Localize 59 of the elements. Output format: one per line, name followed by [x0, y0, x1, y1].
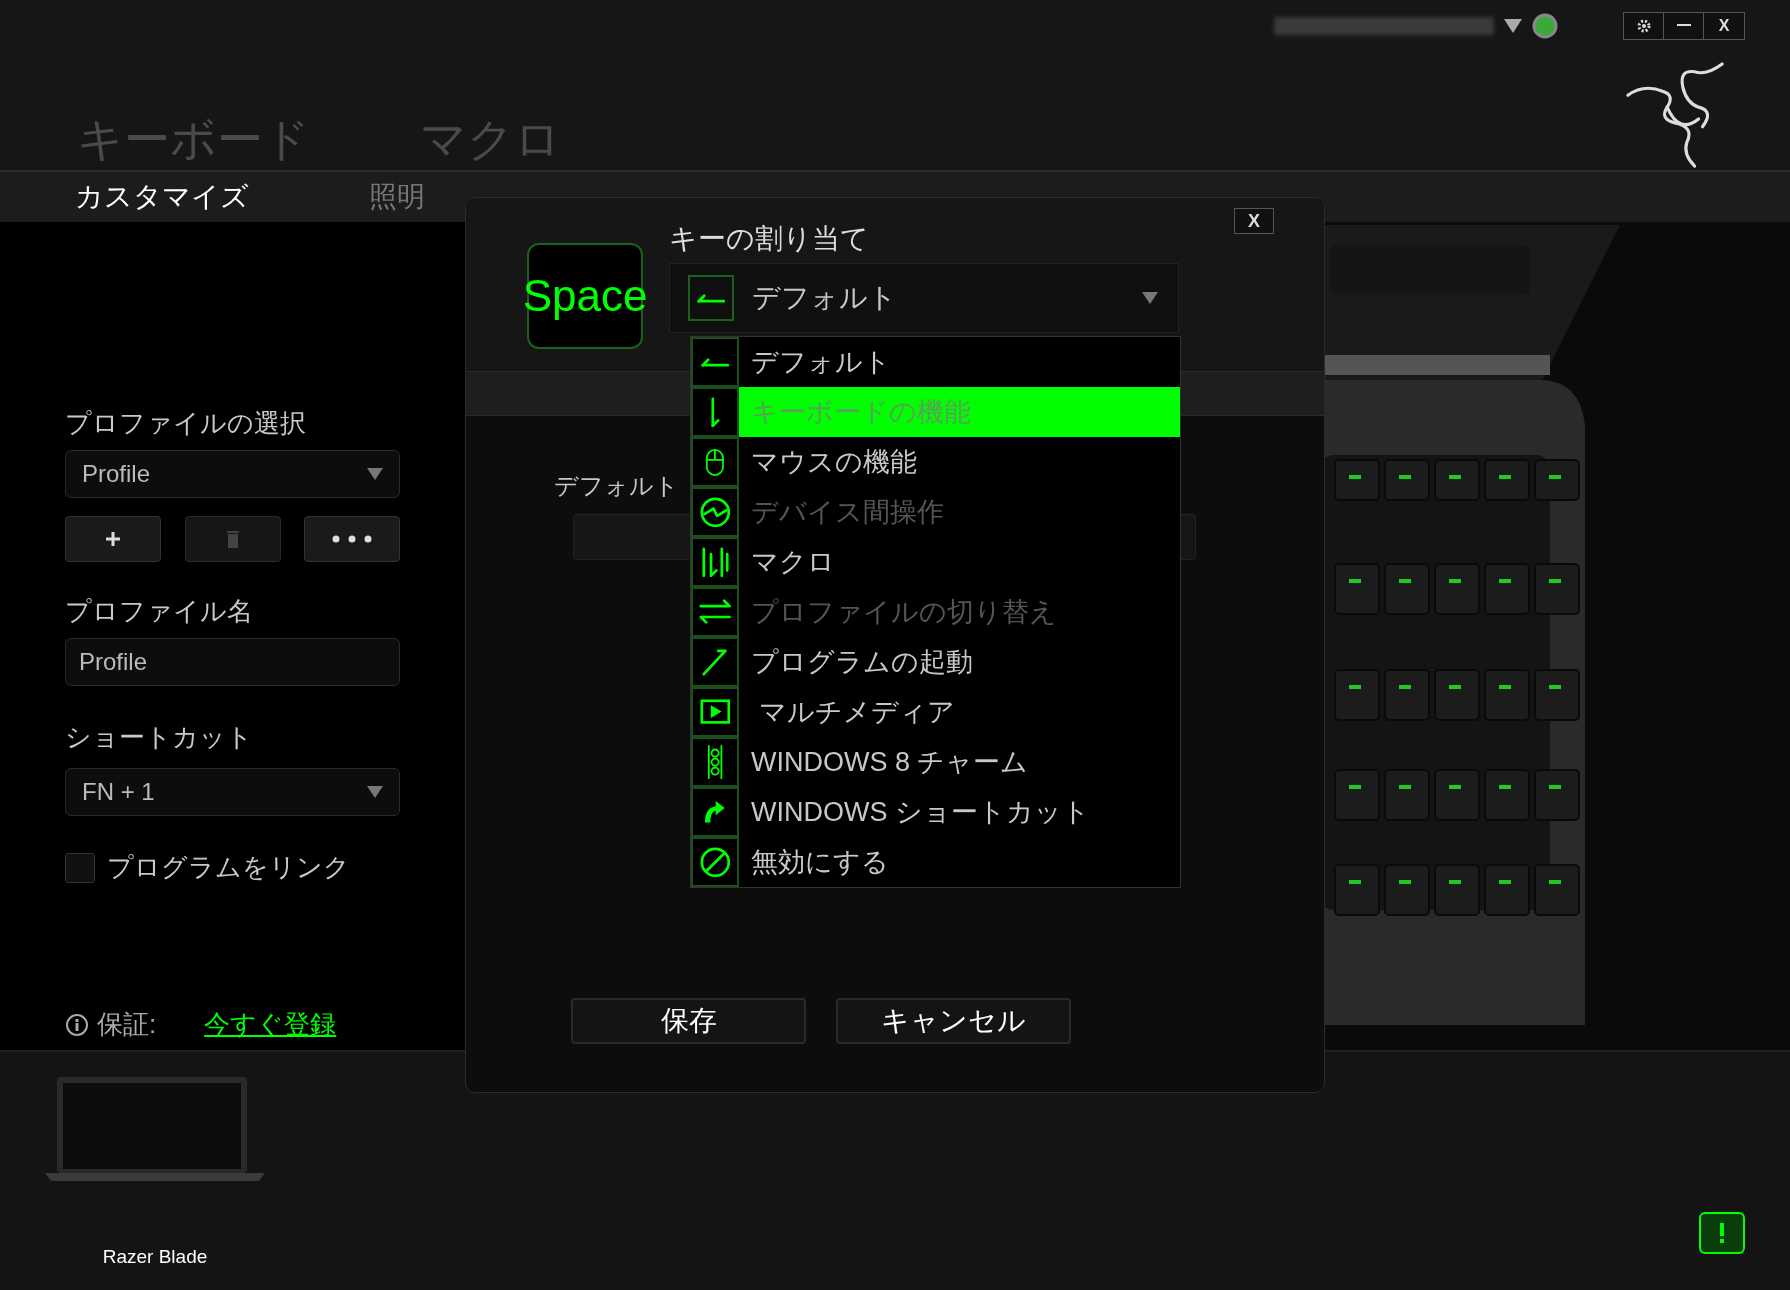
- dropdown-option[interactable]: マクロ: [691, 537, 1180, 587]
- dropdown-option[interactable]: マウスの機能: [691, 437, 1180, 487]
- more-button[interactable]: [304, 516, 400, 562]
- slash-arrow-icon: [702, 648, 728, 676]
- field-label: プロファイル名: [65, 598, 254, 624]
- device-name: Razer Blade: [102, 1245, 208, 1269]
- key-label: Space: [522, 274, 648, 318]
- settings-button[interactable]: [1624, 13, 1664, 39]
- minimize-icon: [1676, 24, 1691, 28]
- play-icon: [699, 699, 731, 725]
- register-link[interactable]: 今すぐ登録: [204, 1005, 337, 1044]
- curved-arrow-icon: [704, 800, 726, 824]
- sub-tab[interactable]: カスタマイズ: [75, 183, 249, 211]
- circle-bolt-icon: [699, 496, 731, 528]
- exclamation-icon: [1719, 1223, 1725, 1243]
- field-label: プロファイルの選択: [65, 410, 307, 436]
- more-icon: [332, 535, 372, 543]
- warranty-label: 保証:: [97, 1008, 157, 1041]
- dialog-button[interactable]: 保存: [571, 998, 806, 1044]
- prohibited-icon: [699, 846, 731, 878]
- checkbox[interactable]: [65, 852, 95, 883]
- status-dot-icon: [1532, 13, 1558, 39]
- arrow-left-icon: [700, 357, 730, 367]
- info-icon: [65, 1012, 89, 1037]
- profile-select[interactable]: Profile: [65, 450, 400, 498]
- arrow-down-icon: [710, 396, 720, 428]
- sub-tab[interactable]: 照明: [369, 183, 425, 211]
- dropdown-option[interactable]: 無効にする: [691, 837, 1180, 887]
- caret-icon: [367, 786, 383, 798]
- mouse-icon: [705, 448, 725, 476]
- settings-icon: [1635, 18, 1652, 34]
- field-label: ショートカット: [65, 724, 254, 750]
- add-button[interactable]: [65, 516, 161, 562]
- shortcut-select[interactable]: FN + 1: [65, 768, 400, 816]
- dropdown-option[interactable]: デフォルト: [691, 337, 1180, 387]
- minimize-button[interactable]: [1664, 13, 1704, 39]
- chain-icon: [706, 744, 724, 780]
- dialog-close-button[interactable]: X: [1234, 208, 1274, 234]
- triangle-icon[interactable]: [1504, 19, 1522, 33]
- alert-button[interactable]: [1699, 1212, 1745, 1254]
- dropdown-value: デフォルト: [752, 281, 898, 315]
- dropdown-option[interactable]: プログラムの起動: [691, 637, 1180, 687]
- dialog-title: キーの割り当て: [669, 225, 870, 253]
- field-label: デフォルト: [554, 474, 679, 498]
- plus-icon: [106, 532, 120, 546]
- trash-icon: [226, 530, 239, 548]
- checkbox-label: プログラムをリンク: [107, 851, 350, 884]
- dropdown-option[interactable]: WINDOWS ショートカット: [691, 787, 1180, 837]
- swap-arrows-icon: [698, 599, 732, 625]
- macro-arrows-icon: [701, 546, 729, 578]
- close-button[interactable]: X: [1704, 13, 1744, 39]
- dropdown-option[interactable]: WINDOWS 8 チャーム: [691, 737, 1180, 787]
- dialog-button[interactable]: キャンセル: [836, 998, 1071, 1044]
- assignment-dropdown[interactable]: デフォルト: [669, 263, 1179, 333]
- caret-icon: [367, 468, 383, 480]
- dropdown-option[interactable]: マルチメディア: [691, 687, 1180, 737]
- caret-icon: [1142, 292, 1158, 304]
- arrow-left-icon: [696, 293, 726, 303]
- profile-name-field[interactable]: Profile: [65, 638, 400, 686]
